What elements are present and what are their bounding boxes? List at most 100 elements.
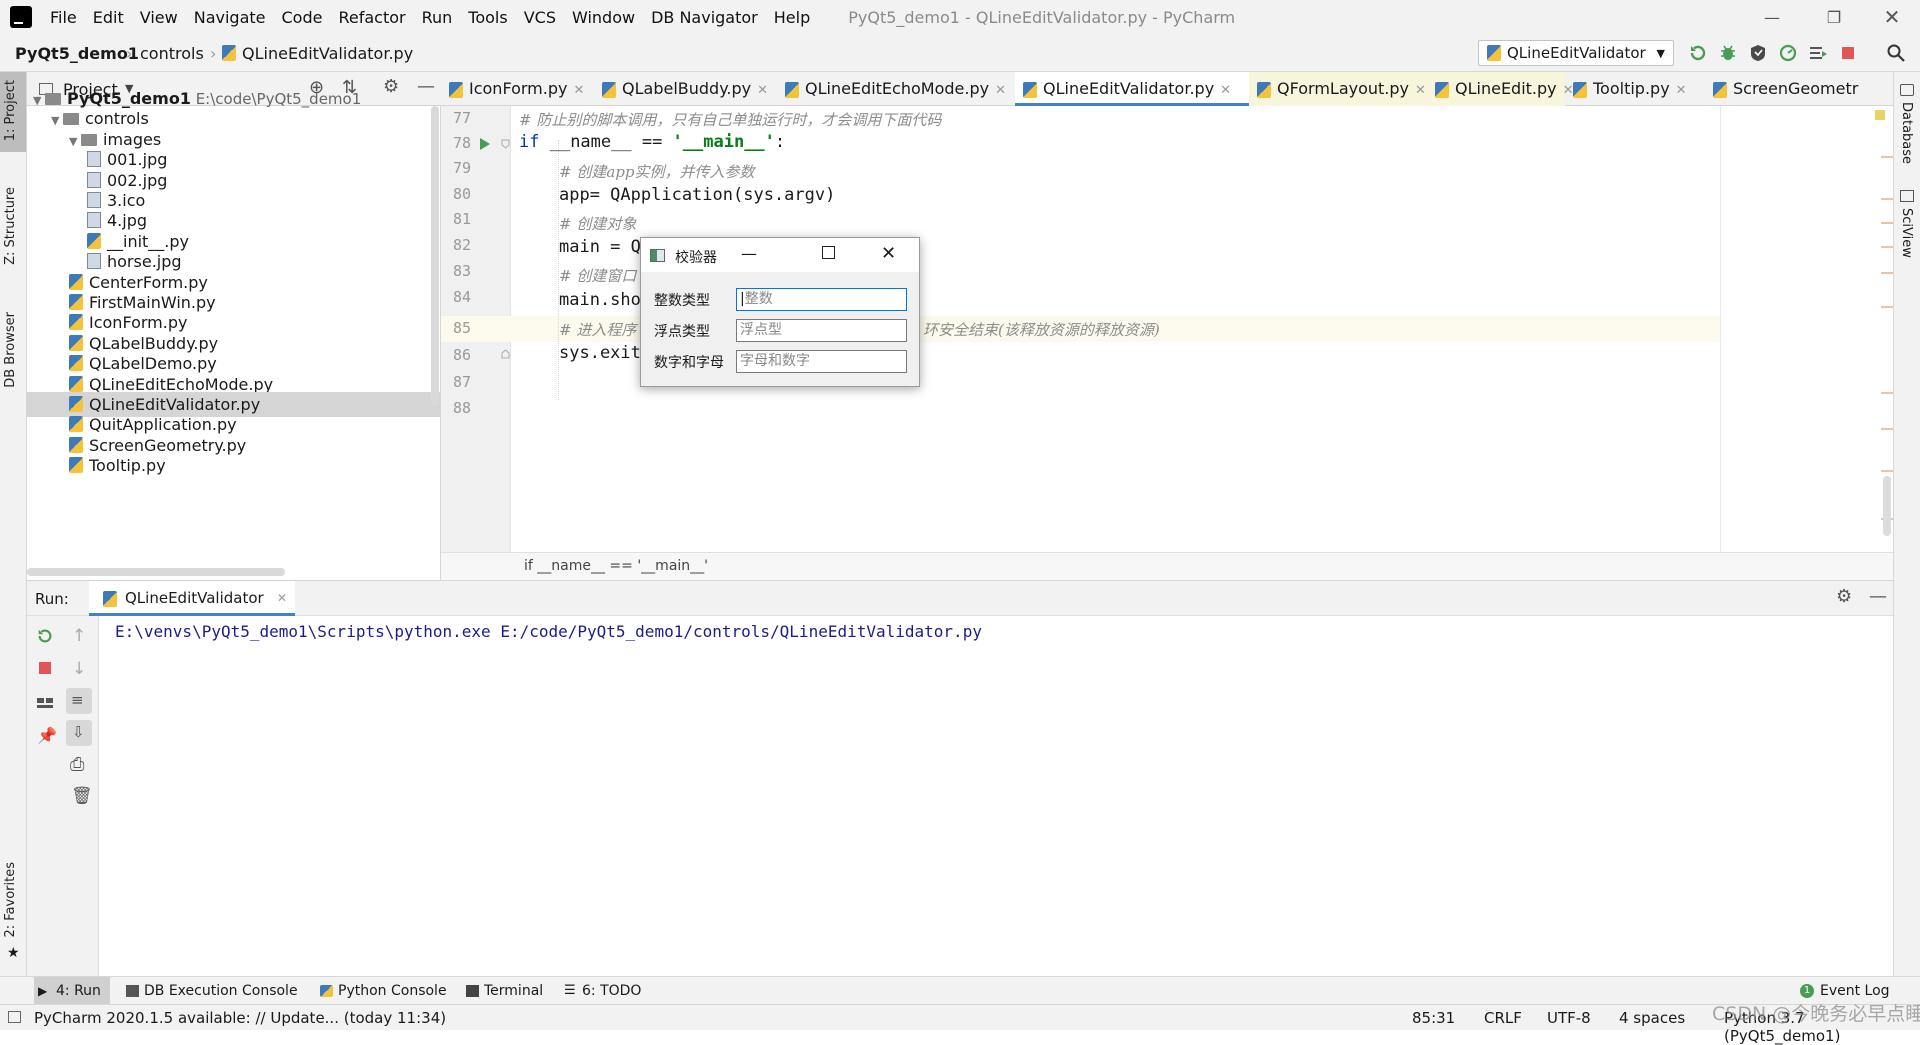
tab-qlineeditvalidator[interactable]: QLineEditValidator.py ✕: [1015, 72, 1249, 106]
soft-wrap-button[interactable]: ≡: [66, 688, 92, 714]
search-icon[interactable]: [1886, 43, 1906, 63]
arrow-up-icon[interactable]: ↑: [72, 626, 86, 646]
tab-qlineedit[interactable]: QLineEdit.py ✕: [1427, 72, 1574, 106]
print-icon[interactable]: ⎙: [70, 754, 84, 775]
breadcrumb-separator-icon: ›: [126, 44, 133, 63]
error-stripe-mark[interactable]: [1881, 198, 1893, 200]
run-console-output[interactable]: E:\venvs\PyQt5_demo1\Scripts\python.exe …: [99, 616, 1893, 976]
tree-file[interactable]: Tooltip.py: [27, 453, 441, 478]
menu-run[interactable]: Run: [414, 8, 461, 27]
project-tool-label[interactable]: 1: Project: [3, 80, 18, 141]
editor-scrollbar[interactable]: [1883, 476, 1891, 536]
rerun-icon[interactable]: [36, 627, 54, 645]
status-bar: PyCharm 2020.1.5 available: // Update...…: [0, 1003, 1920, 1045]
dialog-title-bar[interactable]: 校验器 — ✕: [641, 238, 919, 272]
toggle-tool-windows-icon[interactable]: [8, 1011, 21, 1023]
close-window-button[interactable]: ✕: [1866, 0, 1918, 34]
database-tool-label[interactable]: Database: [1899, 102, 1914, 164]
fold-marker-icon[interactable]: [501, 139, 510, 149]
stop-icon[interactable]: [1838, 43, 1858, 63]
error-stripe-mark[interactable]: [1881, 306, 1893, 308]
run-gutter-icon[interactable]: [479, 137, 491, 151]
maximize-window-button[interactable]: ❐: [1808, 0, 1860, 34]
db-browser-tool-label[interactable]: DB Browser: [3, 312, 18, 388]
indent-setting[interactable]: 4 spaces: [1619, 1009, 1685, 1027]
favorites-tool-label[interactable]: 2: Favorites: [3, 862, 18, 938]
breadcrumb-project[interactable]: PyQt5_demo1: [15, 44, 139, 63]
tab-qlineeditechomode[interactable]: QLineEditEchoMode.py ✕: [777, 72, 1015, 106]
error-stripe-mark[interactable]: [1881, 156, 1893, 158]
tab-tooltip[interactable]: Tooltip.py ✕: [1565, 72, 1705, 106]
menu-file[interactable]: File: [42, 8, 85, 27]
structure-tool-label[interactable]: Z: Structure: [3, 187, 18, 265]
error-stripe-mark[interactable]: [1881, 470, 1893, 472]
inspection-status-icon[interactable]: [1875, 110, 1885, 120]
status-message[interactable]: PyCharm 2020.1.5 available: // Update...…: [34, 1009, 446, 1027]
tool-tab-run[interactable]: ▶ 4: Run: [34, 977, 110, 1005]
close-tab-icon[interactable]: ✕: [1220, 83, 1231, 98]
caret-position[interactable]: 85:31: [1412, 1009, 1455, 1027]
run-concurrency-icon[interactable]: [1808, 43, 1828, 63]
close-tab-icon[interactable]: ✕: [757, 83, 768, 98]
code-breadcrumb[interactable]: if __name__ == '__main__': [524, 558, 708, 574]
error-stripe-mark[interactable]: [1881, 428, 1893, 430]
event-log-tab[interactable]: Event Log: [1820, 983, 1890, 999]
scroll-to-end-button[interactable]: ⇩: [66, 720, 92, 746]
fold-marker-icon[interactable]: [501, 349, 510, 359]
tool-tab-todo[interactable]: ☰ 6: TODO: [560, 977, 641, 1005]
trash-icon[interactable]: 🗑: [71, 786, 93, 806]
menu-edit[interactable]: Edit: [85, 8, 132, 27]
close-tab-icon[interactable]: ✕: [1676, 83, 1687, 98]
error-stripe-mark[interactable]: [1881, 222, 1893, 224]
tab-qformlayout[interactable]: QFormLayout.py ✕: [1249, 72, 1427, 106]
rerun-icon[interactable]: [1688, 43, 1708, 63]
alphanumeric-input[interactable]: 字母和数字: [736, 350, 907, 373]
restore-layout-icon[interactable]: [36, 695, 54, 711]
project-tree-scrollbar[interactable]: [431, 106, 439, 406]
profile-icon[interactable]: [1778, 43, 1798, 63]
tab-iconform[interactable]: IconForm.py ✕: [441, 72, 592, 106]
stop-icon[interactable]: [37, 660, 53, 676]
close-tab-icon[interactable]: ✕: [995, 83, 1006, 98]
menu-vcs[interactable]: VCS: [516, 8, 564, 27]
sciview-tool-label[interactable]: SciView: [1899, 208, 1914, 258]
dialog-close-button[interactable]: ✕: [881, 243, 896, 264]
dialog-maximize-button[interactable]: [822, 246, 835, 259]
run-tab[interactable]: QLineEditValidator ✕: [89, 581, 295, 616]
tab-qlabelbuddy[interactable]: QLabelBuddy.py ✕: [594, 72, 777, 106]
pin-icon[interactable]: 📌: [37, 726, 57, 745]
breadcrumb-file[interactable]: QLineEditValidator.py: [242, 44, 413, 63]
menu-window[interactable]: Window: [564, 8, 643, 27]
gear-icon[interactable]: ⚙: [1836, 586, 1852, 607]
run-configuration-select[interactable]: QLineEditValidator ▼: [1478, 40, 1674, 66]
line-separator[interactable]: CRLF: [1484, 1009, 1522, 1027]
arrow-down-icon[interactable]: ↓: [72, 659, 86, 679]
menu-tools[interactable]: Tools: [460, 8, 515, 27]
menu-db-navigator[interactable]: DB Navigator: [643, 8, 766, 27]
close-tab-icon[interactable]: ✕: [277, 591, 287, 605]
error-stripe-mark[interactable]: [1881, 272, 1893, 274]
close-tab-icon[interactable]: ✕: [1415, 83, 1426, 98]
menu-navigate[interactable]: Navigate: [186, 8, 274, 27]
menu-view[interactable]: View: [132, 8, 186, 27]
dialog-minimize-button[interactable]: —: [741, 244, 757, 263]
error-stripe-mark[interactable]: [1881, 246, 1893, 248]
float-input[interactable]: 浮点型: [736, 319, 907, 342]
file-encoding[interactable]: UTF-8: [1547, 1009, 1591, 1027]
tool-tab-terminal[interactable]: Terminal: [462, 977, 543, 1005]
menu-refactor[interactable]: Refactor: [330, 8, 413, 27]
project-tree-hscrollbar[interactable]: [27, 568, 285, 576]
menu-code[interactable]: Code: [274, 8, 331, 27]
minimize-window-button[interactable]: —: [1746, 0, 1798, 34]
breadcrumb-folder[interactable]: controls: [140, 44, 204, 63]
coverage-icon[interactable]: [1748, 43, 1768, 63]
hide-panel-icon[interactable]: —: [1869, 586, 1887, 607]
tool-tab-python-console[interactable]: Python Console: [316, 977, 447, 1005]
menu-help[interactable]: Help: [766, 8, 818, 27]
debug-icon[interactable]: [1718, 43, 1738, 63]
tool-tab-db-execution-console[interactable]: DB Execution Console: [122, 977, 298, 1005]
error-stripe-mark[interactable]: [1881, 392, 1893, 394]
tab-screengeometry[interactable]: ScreenGeometr: [1705, 72, 1893, 106]
close-tab-icon[interactable]: ✕: [573, 83, 584, 98]
integer-input[interactable]: |整数: [736, 288, 907, 311]
